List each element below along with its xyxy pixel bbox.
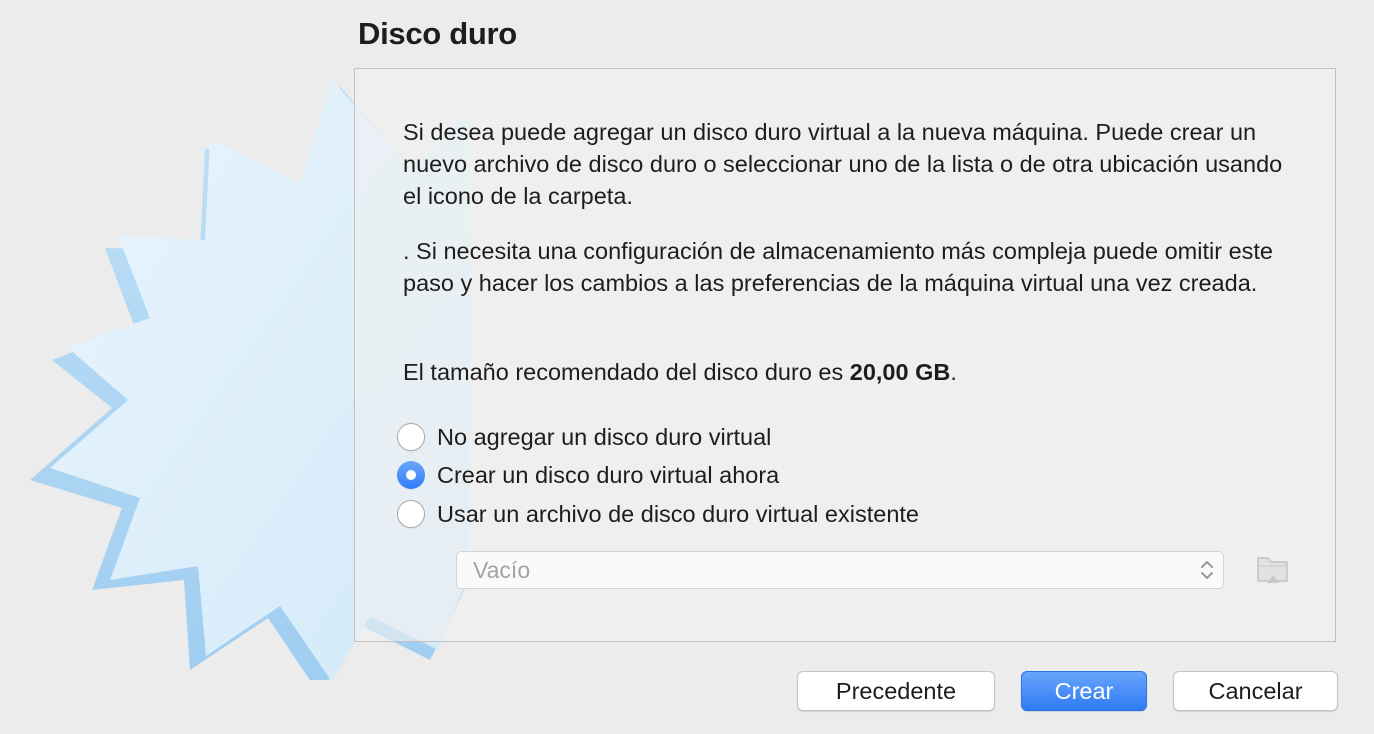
option-no-disk[interactable]: No agregar un disco duro virtual <box>397 420 771 454</box>
option-use-existing-disk[interactable]: Usar un archivo de disco duro virtual ex… <box>397 497 919 531</box>
recommended-size-prefix: El tamaño recomendado del disco duro es <box>403 359 850 385</box>
radio-button[interactable] <box>397 423 425 451</box>
create-vm-dialog: Disco duro Si desea puede agregar un dis… <box>0 0 1374 734</box>
option-label: Crear un disco duro virtual ahora <box>437 461 780 488</box>
recommended-size-text: El tamaño recomendado del disco duro es … <box>403 356 1283 388</box>
back-button[interactable]: Precedente <box>797 671 995 711</box>
option-create-disk[interactable]: Crear un disco duro virtual ahora <box>397 458 779 492</box>
existing-disk-select[interactable]: Vacío <box>456 551 1224 589</box>
radio-button-selected[interactable] <box>397 461 425 489</box>
advanced-info-paragraph: . Si necesita una configuración de almac… <box>403 238 1273 296</box>
option-label: No agregar un disco duro virtual <box>437 423 772 450</box>
folder-icon[interactable] <box>1255 553 1291 587</box>
cancel-button[interactable]: Cancelar <box>1173 671 1338 711</box>
intro-paragraph: Si desea puede agregar un disco duro vir… <box>403 119 1283 209</box>
recommended-size-value: 20,00 GB <box>849 359 951 385</box>
up-down-chevron-icon <box>1201 561 1213 579</box>
select-value: Vacío <box>473 557 531 583</box>
page-title: Disco duro <box>358 16 517 51</box>
content-panel: Si desea puede agregar un disco duro vir… <box>354 68 1336 642</box>
radio-button[interactable] <box>397 500 425 528</box>
option-label: Usar un archivo de disco duro virtual ex… <box>437 500 919 527</box>
create-button[interactable]: Crear <box>1021 671 1147 711</box>
recommended-size-suffix: . <box>950 359 957 385</box>
